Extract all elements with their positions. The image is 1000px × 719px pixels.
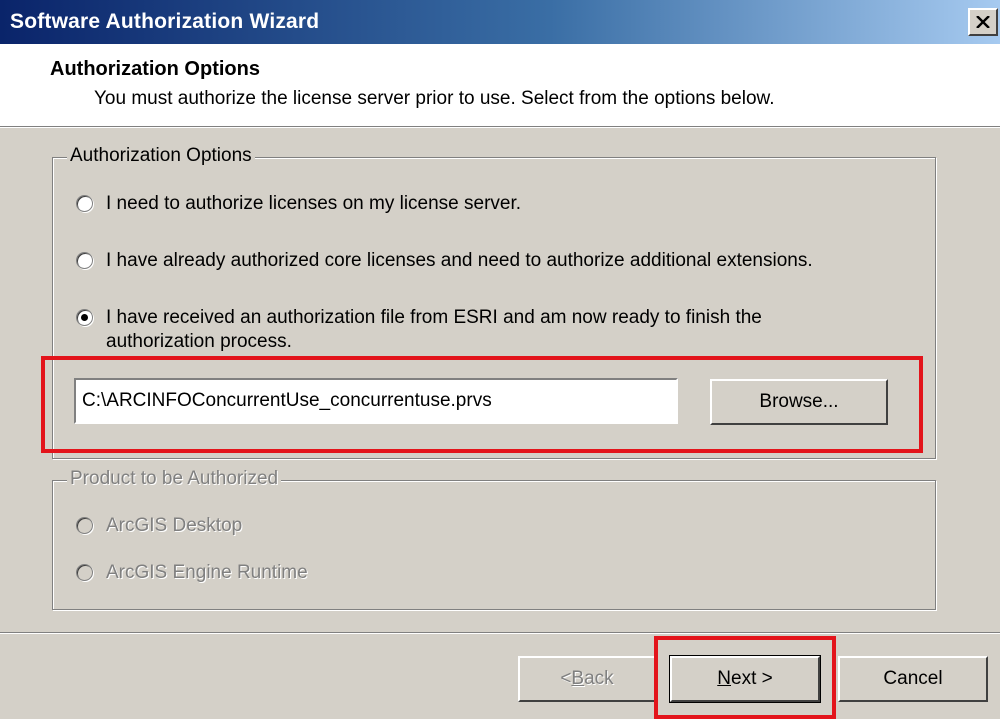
close-button[interactable] xyxy=(968,8,998,36)
cancel-button[interactable]: Cancel xyxy=(838,656,988,702)
authorization-file-input[interactable] xyxy=(74,378,678,424)
close-icon xyxy=(976,16,990,28)
option-finish-authorization-label: I have received an authorization file fr… xyxy=(106,306,762,354)
back-mnemonic: B xyxy=(571,668,585,689)
radio-authorize-extensions[interactable] xyxy=(76,252,93,269)
option-authorize-licenses[interactable]: I need to authorize licenses on my licen… xyxy=(76,192,521,216)
option-authorize-extensions[interactable]: I have already authorized core licenses … xyxy=(76,249,813,273)
back-prefix: < xyxy=(560,668,572,689)
radio-arcgis-desktop xyxy=(76,517,93,534)
product-legend: Product to be Authorized xyxy=(67,468,282,490)
next-button[interactable]: Next > xyxy=(669,655,821,703)
radio-authorize-licenses[interactable] xyxy=(76,195,93,212)
option-authorize-licenses-label: I need to authorize licenses on my licen… xyxy=(106,193,522,214)
title-bar: Software Authorization Wizard xyxy=(0,0,1000,44)
authorization-options-legend: Authorization Options xyxy=(67,145,255,167)
next-mnemonic: N xyxy=(717,668,731,689)
next-rest: ext > xyxy=(731,668,773,689)
option-arcgis-desktop: ArcGIS Desktop xyxy=(76,514,242,538)
wizard-header: Authorization Options You must authorize… xyxy=(0,44,1000,127)
page-subtitle: You must authorize the license server pr… xyxy=(94,88,775,109)
back-button: < Back xyxy=(518,656,656,702)
browse-button[interactable]: Browse... xyxy=(710,379,888,425)
radio-finish-authorization[interactable] xyxy=(76,309,93,326)
footer-separator xyxy=(0,632,1000,634)
page-title: Authorization Options xyxy=(50,58,260,80)
option-arcgis-engine: ArcGIS Engine Runtime xyxy=(76,561,308,585)
option-arcgis-engine-label: ArcGIS Engine Runtime xyxy=(106,562,308,583)
radio-arcgis-engine xyxy=(76,564,93,581)
back-rest: ack xyxy=(584,668,614,689)
option-authorize-extensions-label: I have already authorized core licenses … xyxy=(106,250,813,271)
option-finish-authorization[interactable]: I have received an authorization file fr… xyxy=(76,306,762,354)
option-finish-authorization-line1: I have received an authorization file fr… xyxy=(106,307,762,328)
option-arcgis-desktop-label: ArcGIS Desktop xyxy=(106,515,243,536)
window-title: Software Authorization Wizard xyxy=(10,10,320,33)
option-finish-authorization-line2: authorization process. xyxy=(106,331,292,352)
product-group: Product to be Authorized xyxy=(52,468,936,610)
